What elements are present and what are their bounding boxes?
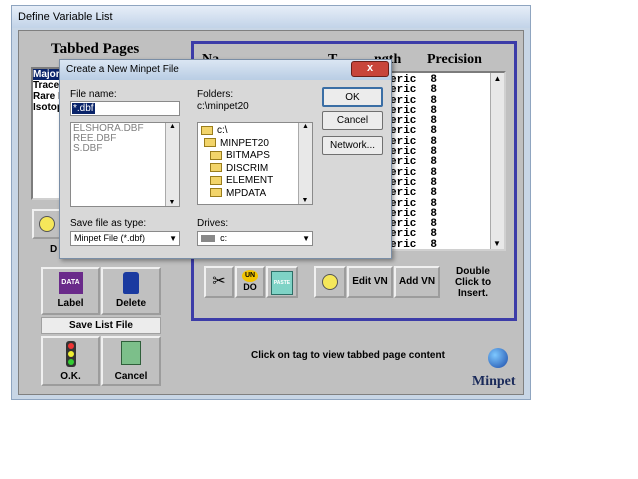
add-vn-button[interactable]: Add VN (394, 266, 440, 298)
dialog-ok-button[interactable]: OK (322, 87, 383, 107)
folder-tree-item[interactable]: ELEMENT (201, 175, 312, 188)
folder-tree-item[interactable]: c:\ (201, 125, 312, 138)
table-row[interactable]: eric 8 (390, 136, 437, 147)
scroll-down-arrow-icon[interactable]: ▼ (491, 239, 503, 248)
table-row[interactable]: eric 8 (390, 187, 437, 199)
paste-icon: PASTE (271, 271, 293, 295)
folder-name: BITMAPS (226, 150, 270, 161)
traffic-light-icon (65, 341, 76, 367)
create-file-dialog: Create a New Minpet File x File name: *.… (59, 59, 392, 259)
folder-tree-item[interactable]: DISCRIM (201, 163, 312, 176)
drive-icon (201, 235, 215, 242)
open-folder-icon (201, 125, 213, 135)
drives-select[interactable]: c: ▼ (197, 231, 313, 246)
data-icon: DATA (58, 272, 83, 294)
window-title: Define Variable List (12, 6, 530, 28)
d-label: D (50, 244, 58, 255)
folder-name: ELEMENT (226, 175, 274, 186)
dialog-titlebar: Create a New Minpet File x (60, 60, 391, 80)
folder-icon (210, 150, 222, 160)
delete-button[interactable]: Delete (101, 267, 161, 315)
variable-list-scrollbar[interactable]: ▲ ▼ (490, 73, 504, 249)
folder-tree-scrollbar[interactable]: ▲ ▼ (298, 123, 312, 204)
save-type-select[interactable]: Minpet File (*.dbf) ▼ (70, 231, 180, 246)
folder-name: c:\ (217, 125, 228, 136)
table-row[interactable]: eric 8 (390, 238, 438, 251)
paste-button[interactable]: PASTE (266, 266, 298, 298)
cancel-button[interactable]: Cancel (101, 336, 161, 386)
save-type-dropdown-icon[interactable]: ▼ (169, 232, 177, 245)
folder-icon (210, 175, 222, 185)
dialog-network-button[interactable]: Network... (322, 136, 383, 155)
table-row[interactable]: eric 8 (390, 208, 437, 219)
table-row[interactable]: eric 8 (390, 105, 437, 116)
dialog-cancel-button[interactable]: Cancel (322, 111, 383, 130)
table-row[interactable]: eric 8 (390, 218, 437, 230)
folder-scroll-up-icon[interactable]: ▲ (299, 123, 312, 130)
tabbed-pages-title: Tabbed Pages (51, 41, 140, 57)
label-button[interactable]: DATA Label (41, 267, 100, 315)
file-name-input[interactable]: *.dbf (70, 101, 180, 116)
folders-label: Folders: (197, 89, 234, 100)
brand-label: Minpet (472, 374, 516, 389)
lightbulb-icon-right (322, 274, 338, 290)
table-row[interactable]: eric 8 (390, 156, 437, 168)
folder-scroll-down-icon[interactable]: ▼ (299, 197, 311, 204)
file-scroll-down-icon[interactable]: ▼ (166, 199, 178, 206)
dialog-close-button[interactable]: x (351, 61, 389, 77)
table-row[interactable]: eric 8 (390, 74, 437, 86)
header-precision: Precision (427, 52, 482, 67)
table-row[interactable]: eric 8 (390, 125, 437, 137)
table-row[interactable]: eric 8 (390, 84, 437, 96)
scroll-up-arrow-icon[interactable]: ▲ (491, 74, 504, 83)
undo-button[interactable]: UN DO (235, 266, 265, 298)
file-scroll-up-icon[interactable]: ▲ (166, 123, 179, 130)
cut-button[interactable]: ✂ (204, 266, 234, 298)
trash-can-icon (123, 272, 139, 294)
folder-tree-item[interactable]: MINPET20 (201, 138, 312, 151)
save-list-file-button[interactable]: Save List File (41, 317, 161, 334)
folder-name: DISCRIM (226, 162, 269, 174)
folder-tree[interactable]: c:\ MINPET20 BITMAPS DISCRIM ELEMENT MPDATA ▲… (197, 122, 313, 205)
file-name-label: File name: (70, 89, 117, 100)
table-row[interactable]: eric 8 (390, 146, 437, 158)
folders-path: c:\minpet20 (197, 101, 249, 112)
hint-button-right[interactable] (314, 266, 346, 298)
table-row[interactable]: eric 8 (390, 115, 437, 127)
status-hint: Click on tag to view tabbed page content (251, 350, 445, 361)
folder-name: MPDATA (226, 187, 267, 199)
scissors-icon: ✂ (212, 273, 226, 290)
file-list-scrollbar[interactable]: ▲ ▼ (165, 123, 179, 206)
open-folder-icon (204, 138, 216, 148)
drives-dropdown-icon[interactable]: ▼ (302, 232, 310, 245)
row-length: 8 (430, 238, 438, 251)
globe-logo-icon (488, 348, 508, 368)
ok-button[interactable]: O.K. (41, 336, 100, 386)
row-type: eric (390, 238, 417, 251)
table-row[interactable]: eric 8 (390, 177, 437, 188)
hint-button-left[interactable] (32, 209, 62, 239)
undo-badge-icon: UN (242, 270, 258, 282)
lightbulb-icon (39, 216, 55, 232)
folder-name: MINPET20 (220, 137, 269, 149)
dialog-title: Create a New Minpet File (66, 64, 179, 75)
file-list[interactable]: ELSHORA.DBF REE.DBF S.DBF ▲ ▼ (70, 122, 180, 207)
save-type-label: Save file as type: (70, 218, 147, 229)
exit-door-icon (121, 341, 141, 365)
folder-tree-item[interactable]: MPDATA (201, 188, 312, 201)
folder-icon (210, 163, 222, 173)
file-list-item[interactable]: S.DBF (73, 144, 177, 154)
table-row[interactable]: eric 8 (390, 167, 437, 178)
table-row[interactable]: eric 8 (390, 95, 437, 106)
table-row[interactable]: eric 8 (390, 198, 437, 209)
edit-vn-button[interactable]: Edit VN (347, 266, 393, 298)
double-click-hint: Double Click to Insert. (454, 266, 492, 299)
folder-icon (210, 188, 222, 198)
table-row[interactable]: eric 8 (390, 228, 437, 240)
drives-label: Drives: (197, 218, 229, 229)
folder-tree-item[interactable]: BITMAPS (201, 150, 312, 163)
